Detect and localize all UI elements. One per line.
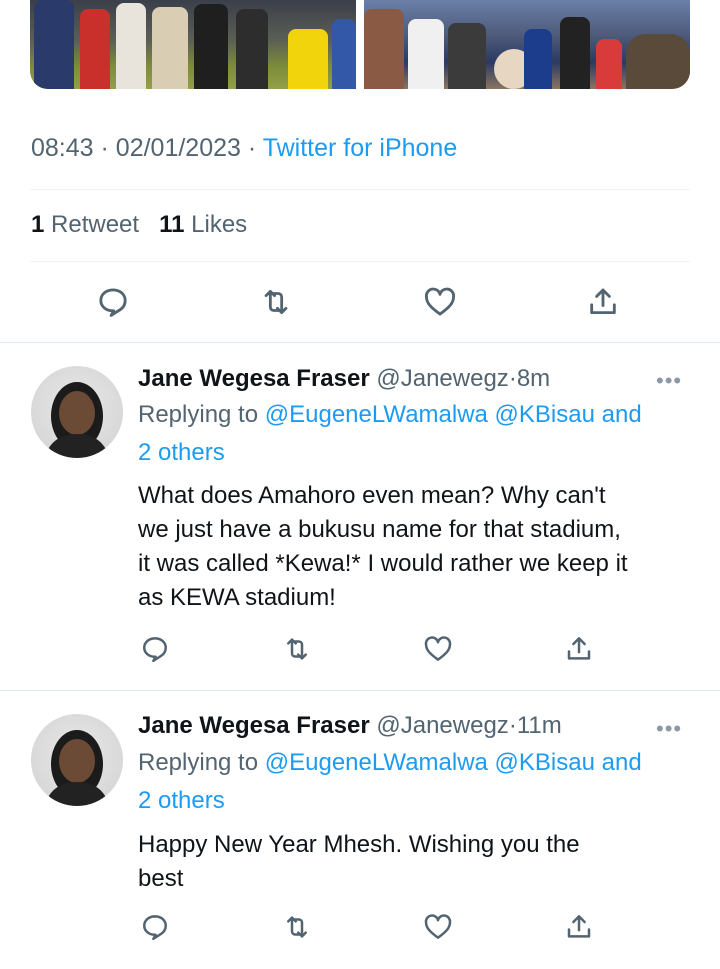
- retweet-icon: [264, 289, 288, 315]
- tweet-stats: 1 Retweet 11 Likes: [31, 211, 247, 239]
- retweet-icon: [287, 916, 307, 938]
- retweet-icon: [287, 638, 307, 660]
- retweet-count: 1: [31, 211, 45, 238]
- divider: [30, 261, 690, 262]
- header-separator: ·: [508, 712, 517, 739]
- tweet-photo-2[interactable]: [364, 0, 690, 89]
- user-handle[interactable]: @Janewegz: [376, 365, 508, 392]
- profile-photo-icon: [45, 382, 109, 458]
- share-button[interactable]: [583, 282, 623, 322]
- replying-users-link[interactable]: @EugeneLWamalwa @KBisau and: [265, 401, 642, 428]
- display-name[interactable]: Jane Wegesa Fraser: [138, 365, 370, 392]
- reply-button[interactable]: [135, 907, 175, 947]
- text-line: Happy New Year Mhesh. Wishing you the: [138, 831, 580, 858]
- display-name[interactable]: Jane Wegesa Fraser: [138, 712, 370, 739]
- reply-icon: [99, 288, 127, 317]
- more-options-icon[interactable]: •••: [656, 716, 682, 742]
- reply-text: What does Amahoro even mean? Why can't w…: [138, 479, 698, 615]
- tweet-time: 08:43: [31, 134, 94, 162]
- heart-icon: [424, 636, 452, 661]
- tweet-metadata: 08:43 · 02/01/2023 · Twitter for iPhone: [31, 134, 457, 163]
- retweet-label: Retweet: [51, 211, 140, 238]
- retweets-stat[interactable]: 1 Retweet: [31, 211, 139, 238]
- like-button[interactable]: [418, 907, 458, 947]
- replying-prefix: Replying to: [138, 401, 259, 428]
- divider: [0, 690, 720, 691]
- share-icon: [590, 288, 616, 315]
- tweet-date: 02/01/2023: [115, 134, 241, 162]
- share-icon: [567, 915, 591, 938]
- tweet-source-link[interactable]: Twitter for iPhone: [263, 134, 458, 162]
- user-handle[interactable]: @Janewegz: [376, 712, 508, 739]
- text-line: best: [138, 865, 184, 892]
- divider: [30, 189, 690, 190]
- meta-separator: ·: [100, 134, 109, 162]
- avatar[interactable]: [31, 714, 123, 806]
- replying-to: Replying to @EugeneLWamalwa @KBisau and …: [138, 744, 698, 820]
- retweet-button[interactable]: [256, 282, 296, 322]
- avatar[interactable]: [31, 366, 123, 458]
- like-count: 11: [159, 211, 185, 238]
- share-button[interactable]: [559, 629, 599, 669]
- replying-users-link[interactable]: @EugeneLWamalwa @KBisau and: [265, 749, 642, 776]
- replying-others-link[interactable]: 2 others: [138, 439, 225, 466]
- heart-icon: [424, 287, 456, 316]
- likes-stat[interactable]: 11 Likes: [159, 211, 247, 238]
- share-button[interactable]: [559, 907, 599, 947]
- reply-button[interactable]: [93, 282, 133, 322]
- reply-time: 8m: [516, 365, 551, 392]
- reply-header: Jane Wegesa Fraser @Janewegz·8m: [138, 365, 550, 393]
- reply-icon: [143, 637, 167, 663]
- profile-photo-icon: [45, 730, 109, 806]
- replying-to: Replying to @EugeneLWamalwa @KBisau and …: [138, 396, 698, 472]
- replying-prefix: Replying to: [138, 749, 259, 776]
- tweet-photo-1[interactable]: [30, 0, 356, 89]
- text-line: as KEWA stadium!: [138, 584, 336, 611]
- reply-text: Happy New Year Mhesh. Wishing you the be…: [138, 828, 698, 896]
- header-separator: ·: [508, 365, 517, 392]
- share-icon: [567, 637, 591, 660]
- reply-header: Jane Wegesa Fraser @Janewegz·11m: [138, 712, 562, 740]
- retweet-button[interactable]: [277, 629, 317, 669]
- like-label: Likes: [191, 211, 248, 238]
- divider: [0, 342, 720, 343]
- reply-button[interactable]: [135, 629, 175, 669]
- meta-separator: ·: [247, 134, 257, 162]
- more-options-icon[interactable]: •••: [656, 368, 682, 394]
- text-line: What does Amahoro even mean? Why can't: [138, 482, 606, 509]
- text-line: it was called *Kewa!* I would rather we …: [138, 550, 628, 577]
- heart-icon: [424, 914, 452, 939]
- retweet-button[interactable]: [277, 907, 317, 947]
- reply-time: 11m: [516, 712, 562, 739]
- text-line: we just have a bukusu name for that stad…: [138, 516, 621, 543]
- like-button[interactable]: [420, 282, 460, 322]
- replying-others-link[interactable]: 2 others: [138, 787, 225, 814]
- reply-icon: [143, 915, 167, 941]
- like-button[interactable]: [418, 629, 458, 669]
